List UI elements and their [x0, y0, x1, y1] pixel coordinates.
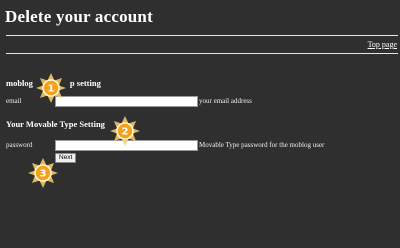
- step-2-number: 2: [122, 127, 129, 138]
- movable-type-setting-heading: Your Movable Type Setting: [6, 119, 105, 129]
- step-1-callout-icon: 1: [35, 72, 67, 104]
- step-3-callout-icon: 3: [27, 157, 59, 189]
- email-label: email: [6, 97, 22, 105]
- step-2-callout-icon: 2: [109, 115, 141, 147]
- moblog-heading-suffix: p setting: [69, 78, 101, 88]
- delete-account-page: Delete your account Top page moblog p set…: [0, 0, 400, 248]
- step-1-number: 1: [48, 84, 55, 95]
- step-3-number: 3: [40, 169, 47, 180]
- top-page-link[interactable]: Top page: [368, 40, 397, 49]
- email-field[interactable]: [55, 96, 198, 107]
- moblog-heading-prefix: moblog: [6, 78, 33, 88]
- title-divider: [6, 35, 398, 36]
- password-hint: Movable Type password for the moblog use…: [199, 141, 325, 149]
- password-label: password: [6, 141, 33, 149]
- header-divider: [6, 53, 398, 54]
- email-hint: your email address: [199, 97, 252, 105]
- page-title: Delete your account: [5, 7, 153, 26]
